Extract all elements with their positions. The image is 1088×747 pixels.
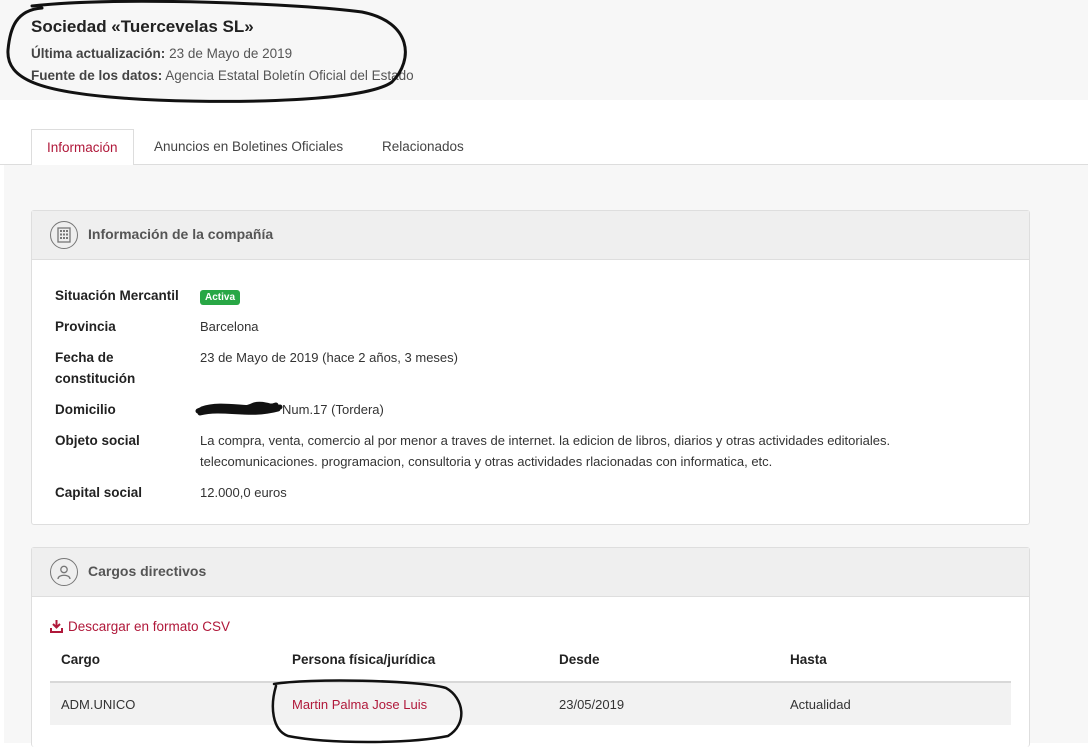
company-title: Sociedad «Tuercevelas SL» [31, 17, 254, 36]
cell-persona-link[interactable]: Martin Palma Jose Luis [292, 697, 427, 712]
col-header-cargo: Cargo [61, 652, 101, 667]
last-updated-value: 23 de Mayo de 2019 [169, 46, 293, 61]
tab-informacion[interactable]: Información [31, 129, 134, 166]
last-updated: Última actualización: 23 de Mayo de 2019 [31, 46, 292, 61]
company-header: Sociedad «Tuercevelas SL» Última actuali… [0, 0, 1088, 103]
purpose-label: Objeto social [55, 433, 140, 448]
data-source: Fuente de los datos: Agencia Estatal Bol… [31, 68, 414, 83]
capital-value: 12.000,0 euros [200, 485, 287, 500]
founded-label: Fecha de constitución [55, 350, 136, 386]
tab-anuncios[interactable]: Anuncios en Boletines Oficiales [139, 129, 358, 165]
tab-bar: Información Anuncios en Boletines Oficia… [0, 129, 1088, 166]
company-info-panel-header: Información de la compañía [32, 211, 1029, 260]
company-info-title: Información de la compañía [88, 226, 274, 242]
status-label: Situación Mercantil [55, 288, 179, 303]
download-csv-label: Descargar en formato CSV [68, 619, 231, 634]
cell-hasta: Actualidad [790, 697, 851, 712]
address-label: Domicilio [55, 402, 116, 417]
download-icon [50, 620, 63, 633]
purpose-value: La compra, venta, comercio al por menor … [200, 433, 891, 469]
officers-panel: Cargos directivos Descargar en formato C… [31, 547, 1030, 747]
founded-value: 23 de Mayo de 2019 (hace 2 años, 3 meses… [200, 350, 458, 365]
download-csv-link[interactable]: Descargar en formato CSV [50, 619, 230, 634]
last-updated-label: Última actualización: [31, 46, 166, 61]
building-icon [50, 221, 78, 249]
status-badge: Activa [200, 290, 241, 305]
redaction-scribble [195, 401, 283, 416]
officers-panel-header: Cargos directivos [32, 548, 1029, 597]
address-value: Num.17 (Tordera) [282, 402, 384, 417]
province-label: Provincia [55, 319, 116, 334]
tab-relacionados[interactable]: Relacionados [367, 129, 479, 165]
col-header-desde: Desde [559, 652, 600, 667]
officers-title: Cargos directivos [88, 563, 207, 579]
col-header-persona: Persona física/jurídica [292, 652, 436, 667]
user-icon [50, 558, 78, 586]
col-header-hasta: Hasta [790, 652, 827, 667]
capital-label: Capital social [55, 485, 143, 500]
province-value: Barcelona [200, 319, 259, 334]
table-row: ADM.UNICO Martin Palma Jose Luis 23/05/2… [50, 683, 1011, 725]
data-source-label: Fuente de los datos: [31, 68, 163, 83]
cell-desde: 23/05/2019 [559, 697, 625, 712]
company-info-panel: Información de la compañía Situación Mer… [31, 210, 1030, 525]
data-source-value: Agencia Estatal Boletín Oficial del Esta… [165, 68, 414, 83]
cell-cargo: ADM.UNICO [61, 697, 136, 712]
